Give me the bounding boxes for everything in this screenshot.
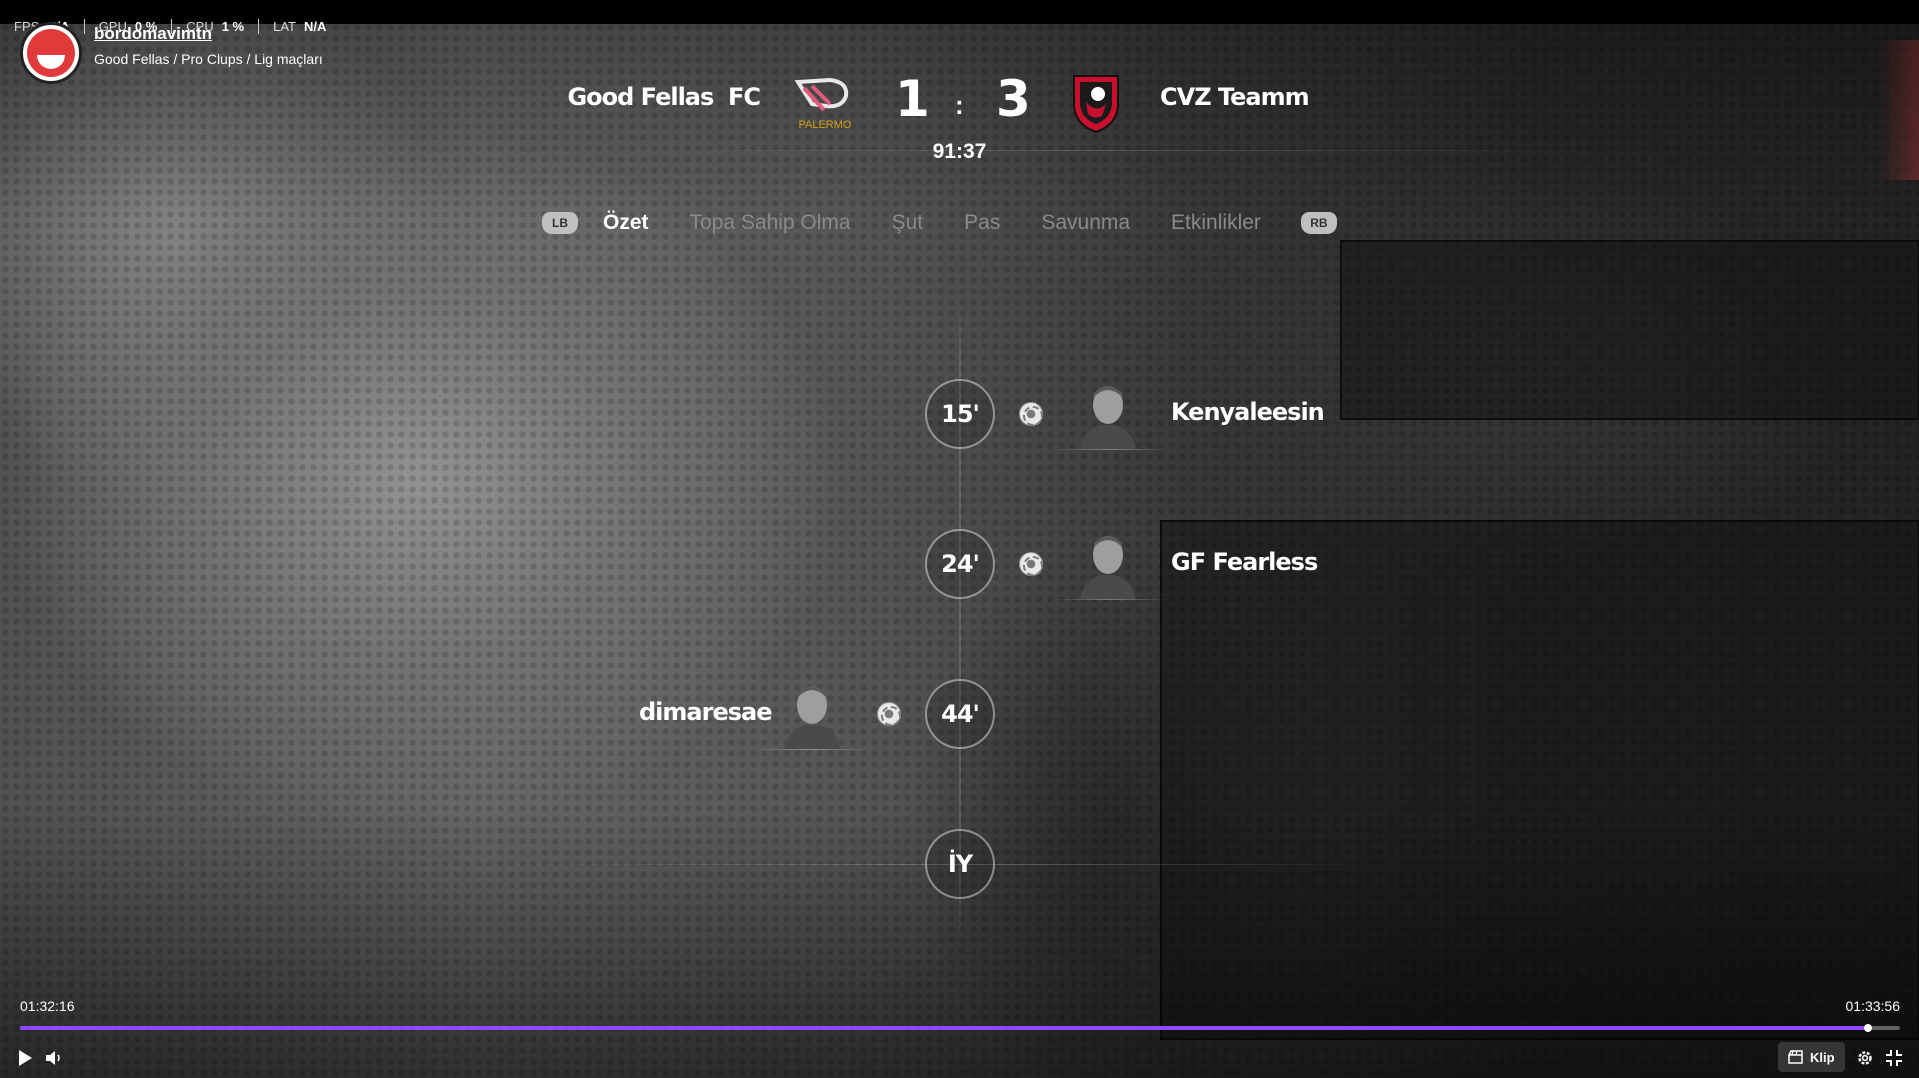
play-button[interactable] [13,1046,37,1070]
match-clock: 91:37 [932,140,987,163]
away-team-name: CVZ Teamm [1160,83,1310,111]
end-time: 01:33:56 [1845,998,1901,1014]
scoreboard-divider [530,150,1640,151]
clip-button[interactable]: Klip [1778,1042,1845,1072]
video-controls: Klip [0,1038,1919,1078]
player-underline [1050,449,1170,450]
palermo-crest-icon: PALERMO [794,77,852,131]
gear-icon [1858,1051,1872,1065]
seek-bar[interactable] [20,1024,1900,1032]
seek-bar-fill [20,1026,1869,1030]
player-name: GF Fearless [1171,548,1318,576]
tab-topa-sahip-olma[interactable]: Topa Sahip Olma [690,211,851,235]
lb-button-icon[interactable]: LB [542,212,578,234]
player-name: dimaresae [639,698,772,726]
player-name: Kenyaleesin [1171,398,1325,426]
stats-tabs: LB Özet Topa Sahip Olma Şut Pas Savunma … [542,206,1337,240]
exit-fullscreen-icon [1886,1050,1902,1066]
channel-avatar[interactable] [20,22,82,84]
home-score: 1 [895,70,930,128]
channel-name-link[interactable]: bordomavimtn [94,24,323,44]
goal-ball-icon [1019,402,1043,426]
home-team-name: Good Fellas FC [567,83,761,111]
event-minute: 24' [925,529,995,599]
away-score: 3 [996,70,1031,128]
play-icon [19,1050,32,1066]
player-underline [752,749,872,750]
half-time-marker: İY [925,829,995,899]
clip-label: Klip [1810,1049,1835,1065]
player-silhouette-icon [784,686,840,749]
goal-ball-icon [877,702,901,726]
rb-button-icon[interactable]: RB [1300,212,1337,234]
channel-info: bordomavimtn Good Fellas / Pro Clups / L… [20,22,323,84]
settings-button[interactable] [1853,1046,1877,1070]
clapperboard-icon [1788,1050,1803,1064]
event-minute: 15' [925,379,995,449]
seek-handle[interactable] [1864,1024,1873,1032]
tab-sut[interactable]: Şut [892,211,924,235]
tab-ozet[interactable]: Özet [603,211,649,235]
tab-pas[interactable]: Pas [964,211,1000,235]
goal-ball-icon [1019,552,1043,576]
volume-button[interactable] [42,1046,66,1070]
tab-savunma[interactable]: Savunma [1041,211,1130,235]
score-separator: : [955,90,964,120]
tab-etkinlikler[interactable]: Etkinlikler [1171,211,1261,235]
fullscreen-exit-button[interactable] [1882,1046,1906,1070]
speaker-icon [46,1051,60,1065]
channel-breadcrumb: Good Fellas / Pro Clups / Lig maçları [94,51,323,67]
current-time: 01:32:16 [20,998,75,1014]
event-minute: 44' [925,679,995,749]
player-silhouette-icon [1080,536,1136,599]
bournemouth-crest-icon [1073,75,1119,134]
player-underline [1050,599,1170,600]
player-silhouette-icon [1080,386,1136,449]
crest-label: PALERMO [799,119,852,131]
gamepad-logo-icon [27,29,75,77]
